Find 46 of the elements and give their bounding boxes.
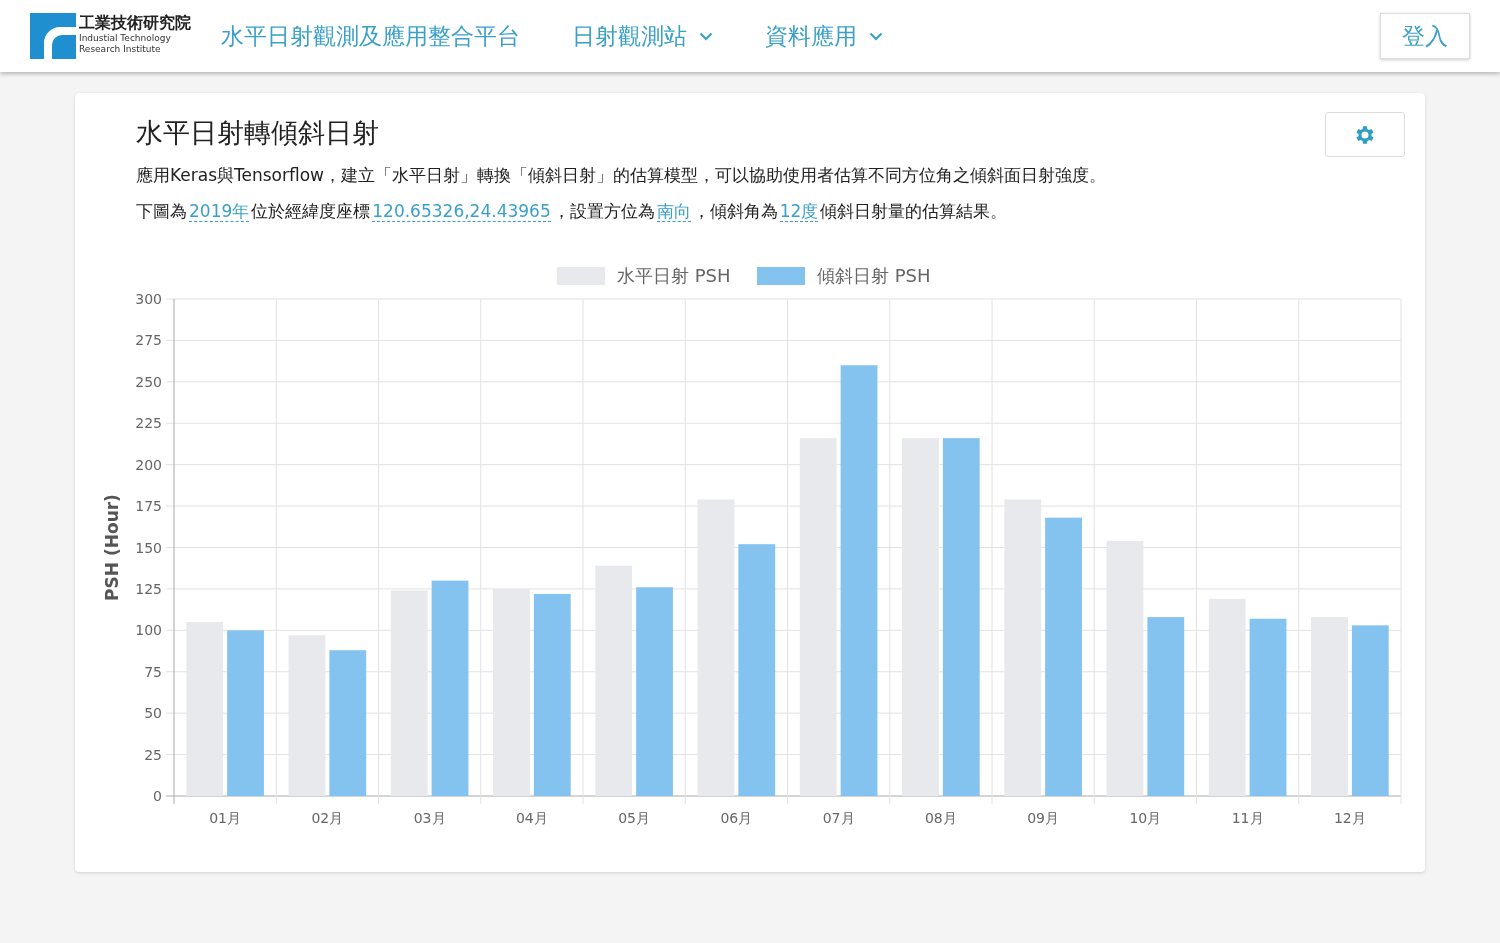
site-title-link[interactable]: 水平日射觀測及應用整合平台 [221, 20, 520, 52]
x-axis-tick-label: 02月 [311, 810, 344, 826]
logo-icon [30, 13, 76, 59]
x-axis-tick-label: 07月 [822, 810, 855, 826]
parameter-link[interactable]: 南向 [656, 201, 691, 222]
y-axis-tick-label: 25 [144, 746, 162, 763]
nav-menu-item[interactable]: 日射觀測站 [572, 20, 713, 52]
x-axis-tick-label: 11月 [1231, 810, 1264, 826]
logo-name: 工業技術研究院 [79, 13, 191, 33]
x-axis-tick-label: 06月 [720, 810, 753, 826]
y-axis-tick-label: 125 [135, 580, 162, 597]
y-axis-tick-label: 75 [144, 663, 162, 680]
summary-text: 下圖為 2019年位於經緯度座標 120.65326,24.43965，設置方位為南向，傾斜角為 12度傾斜日射量的估算結果。 [136, 200, 1009, 224]
x-axis-tick-label: 08月 [924, 810, 957, 826]
card-title: 水平日射轉傾斜日射 [136, 116, 379, 150]
y-axis-tick-label: 0 [153, 788, 162, 804]
x-axis-tick-label: 09月 [1027, 810, 1060, 826]
y-axis-title: PSH (Hour) [102, 494, 122, 601]
y-axis-tick-label: 225 [135, 415, 162, 432]
parameter-link[interactable]: 2019年 [189, 201, 250, 222]
y-axis-tick-label: 300 [135, 291, 162, 307]
logo-subtitle: Industial Technology [79, 33, 172, 44]
y-axis-tick-label: 175 [135, 498, 162, 515]
x-axis-tick-label: 04月 [515, 810, 548, 826]
parameter-link[interactable]: 12度 [779, 201, 819, 222]
x-axis-tick-label: 10月 [1129, 810, 1162, 826]
nav-menu-item[interactable]: 資料應用 [765, 20, 883, 52]
description-text: 應用Keras與Tensorflow，建立「水平日射」轉換「傾斜日射」的估算模型，可以協助使用者估算不同方位角之傾斜面日射強度。 [136, 164, 1107, 187]
chevron-down-icon [699, 31, 713, 41]
legend-label: 傾斜日射 PSH [817, 265, 931, 286]
y-axis-tick-label: 150 [135, 539, 162, 556]
y-axis-tick-label: 100 [135, 622, 162, 639]
parameter-link[interactable]: 120.65326,24.43965 [372, 201, 551, 222]
chevron-down-icon [869, 31, 883, 41]
x-axis-tick-label: 05月 [618, 810, 651, 826]
y-axis-tick-label: 275 [135, 332, 162, 349]
x-axis-tick-label: 12月 [1333, 810, 1366, 826]
x-axis-tick-label: 03月 [413, 810, 446, 826]
x-axis-tick-label: 01月 [209, 810, 242, 826]
settings-button[interactable] [1325, 112, 1405, 157]
logo-subtitle: Research Institute [79, 44, 162, 55]
y-axis-tick-label: 250 [135, 373, 162, 390]
login-button[interactable]: 登入 [1380, 13, 1470, 59]
y-axis-tick-label: 200 [135, 456, 162, 473]
legend-label: 水平日射 PSH [617, 265, 731, 286]
y-axis-tick-label: 50 [144, 705, 162, 722]
